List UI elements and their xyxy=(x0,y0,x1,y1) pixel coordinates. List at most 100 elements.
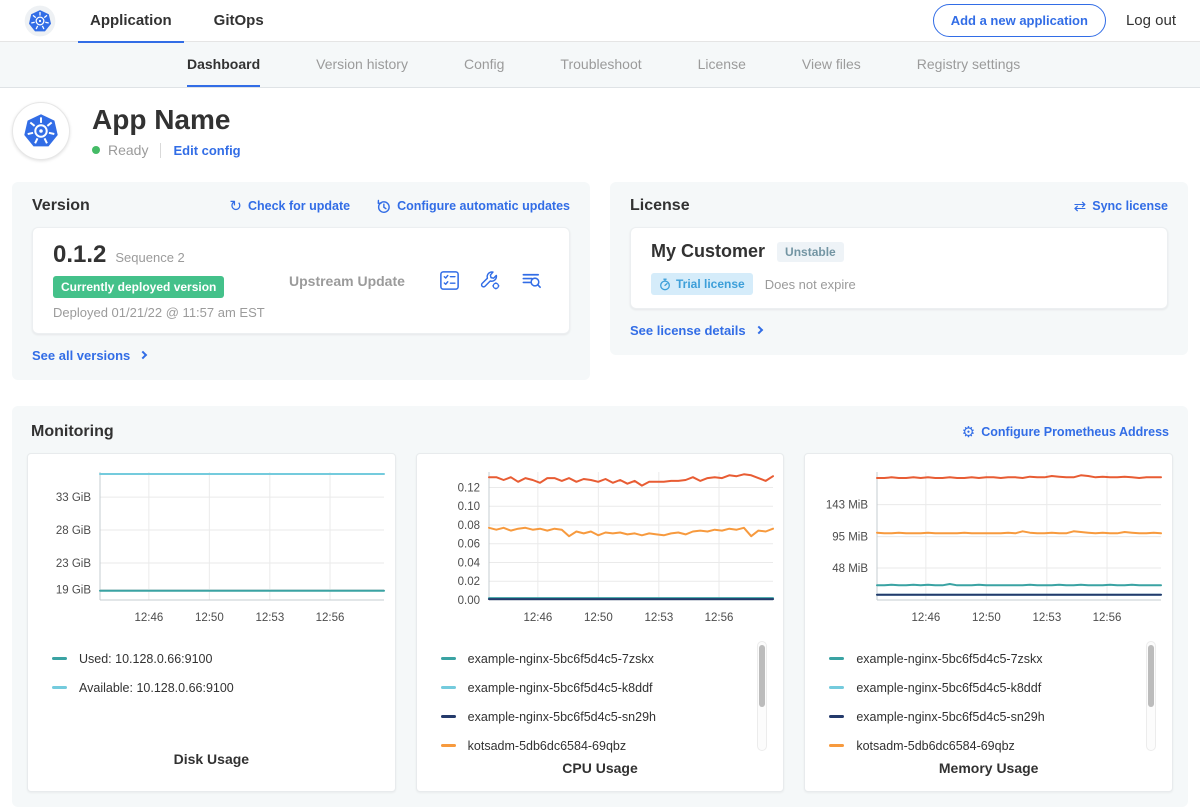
license-panel: My Customer Unstable Trial license Does … xyxy=(630,227,1168,309)
dashboard-cards-row: Version ↻ Check for update Configure aut… xyxy=(12,182,1188,380)
gear-icon: ⚙ xyxy=(962,425,975,440)
channel-badge: Unstable xyxy=(777,242,844,262)
legend-label: kotsadm-5db6dc6584-69qbz xyxy=(468,739,626,753)
ready-status-dot xyxy=(92,146,100,154)
disk-usage-plot: 12:4612:5012:5312:5619 GiB23 GiB28 GiB33… xyxy=(28,454,395,637)
svg-text:33 GiB: 33 GiB xyxy=(56,492,91,504)
configure-automatic-updates-button[interactable]: Configure automatic updates xyxy=(376,199,570,214)
series-color-swatch xyxy=(829,657,844,660)
monitoring-panel: Monitoring ⚙ Configure Prometheus Addres… xyxy=(12,406,1188,807)
license-expiry-text: Does not expire xyxy=(765,277,856,292)
memory-usage-plot: 12:4612:5012:5312:5648 MiB95 MiB143 MiB xyxy=(805,454,1172,637)
svg-text:48 MiB: 48 MiB xyxy=(833,563,869,575)
subnav-item-version-history[interactable]: Version history xyxy=(316,42,408,87)
see-license-details-link[interactable]: See license details xyxy=(630,323,762,338)
svg-text:12:56: 12:56 xyxy=(316,612,345,624)
legend-label: example-nginx-5bc6f5d4c5-sn29h xyxy=(856,710,1044,724)
subnav-item-config[interactable]: Config xyxy=(464,42,504,87)
kubernetes-logo-icon[interactable] xyxy=(24,5,56,37)
svg-text:0.02: 0.02 xyxy=(457,576,479,588)
legend-label: example-nginx-5bc6f5d4c5-k8ddf xyxy=(856,681,1041,695)
license-card: License ⇄ Sync license My Customer Unsta… xyxy=(610,182,1188,355)
version-sequence: Sequence 2 xyxy=(115,250,184,265)
disk-usage-chart-card: 12:4612:5012:5312:5619 GiB23 GiB28 GiB33… xyxy=(27,453,396,792)
memory-usage-chart-card: 12:4612:5012:5312:5648 MiB95 MiB143 MiB … xyxy=(804,453,1173,792)
page-title: App Name xyxy=(92,104,241,136)
top-nav: Application GitOps Add a new application… xyxy=(0,0,1200,42)
subnav-item-view-files[interactable]: View files xyxy=(802,42,861,87)
cpu-usage-plot: 12:4612:5012:5312:560.000.020.040.060.08… xyxy=(417,454,784,637)
subnav-item-dashboard[interactable]: Dashboard xyxy=(187,42,260,87)
disk-usage-legend: Used: 10.128.0.66:9100 Available: 10.128.… xyxy=(28,637,395,751)
configure-prometheus-button[interactable]: ⚙ Configure Prometheus Address xyxy=(962,425,1169,440)
subnav-item-license[interactable]: License xyxy=(698,42,746,87)
kubernetes-app-icon xyxy=(19,109,63,153)
series-color-swatch xyxy=(441,715,456,718)
check-for-update-button[interactable]: ↻ Check for update xyxy=(229,199,350,214)
svg-text:12:46: 12:46 xyxy=(134,612,163,624)
license-card-title: License xyxy=(630,197,690,215)
subnav-item-registry-settings[interactable]: Registry settings xyxy=(917,42,1020,87)
legend-item: example-nginx-5bc6f5d4c5-sn29h xyxy=(441,702,784,731)
see-all-versions-link[interactable]: See all versions xyxy=(32,348,146,363)
trial-license-badge: Trial license xyxy=(651,273,753,295)
chart-title: Disk Usage xyxy=(28,751,395,791)
edit-config-icon[interactable] xyxy=(479,269,502,292)
svg-text:23 GiB: 23 GiB xyxy=(56,558,91,570)
version-source-label: Upstream Update xyxy=(289,273,405,289)
view-diff-icon[interactable] xyxy=(520,269,543,292)
refresh-icon: ↻ xyxy=(229,199,242,214)
svg-text:12:53: 12:53 xyxy=(1033,612,1062,624)
svg-text:19 GiB: 19 GiB xyxy=(56,584,91,596)
svg-text:0.04: 0.04 xyxy=(457,557,480,569)
tab-gitops[interactable]: GitOps xyxy=(202,0,276,42)
logout-button[interactable]: Log out xyxy=(1126,12,1186,29)
legend-label: example-nginx-5bc6f5d4c5-sn29h xyxy=(468,710,656,724)
customer-name: My Customer xyxy=(651,241,765,262)
legend-scrollbar[interactable] xyxy=(1146,641,1156,751)
svg-text:28 GiB: 28 GiB xyxy=(56,525,91,537)
legend-item: Available: 10.128.0.66:9100 xyxy=(52,673,395,702)
sync-license-button[interactable]: ⇄ Sync license xyxy=(1074,199,1168,214)
series-color-swatch xyxy=(441,686,456,689)
svg-text:12:46: 12:46 xyxy=(912,612,941,624)
add-application-button[interactable]: Add a new application xyxy=(933,4,1106,37)
svg-text:12:56: 12:56 xyxy=(704,612,733,624)
legend-scrollbar[interactable] xyxy=(757,641,767,751)
legend-item: Used: 10.128.0.66:9100 xyxy=(52,644,395,673)
deployed-timestamp: Deployed 01/21/22 @ 11:57 am EST xyxy=(53,305,271,320)
divider xyxy=(160,143,161,158)
legend-label: kotsadm-5db6dc6584-69qbz xyxy=(856,739,1014,753)
version-card: Version ↻ Check for update Configure aut… xyxy=(12,182,590,380)
deployed-version-badge: Currently deployed version xyxy=(53,276,224,298)
scrollbar-thumb[interactable] xyxy=(1148,645,1154,707)
subnav-item-troubleshoot[interactable]: Troubleshoot xyxy=(560,42,641,87)
app-avatar xyxy=(12,102,70,160)
svg-text:12:56: 12:56 xyxy=(1093,612,1122,624)
series-color-swatch xyxy=(52,657,67,660)
tab-application[interactable]: Application xyxy=(78,0,184,42)
svg-text:0.00: 0.00 xyxy=(457,595,479,607)
svg-text:12:53: 12:53 xyxy=(644,612,673,624)
legend-item: example-nginx-5bc6f5d4c5-sn29h xyxy=(829,702,1172,731)
monitoring-title: Monitoring xyxy=(31,423,114,441)
legend-label: Used: 10.128.0.66:9100 xyxy=(79,652,212,666)
scrollbar-thumb[interactable] xyxy=(759,645,765,707)
app-status-text: Ready xyxy=(108,142,148,158)
topnav-tabs: Application GitOps xyxy=(78,0,294,42)
release-notes-icon[interactable] xyxy=(438,269,461,292)
legend-item: kotsadm-5db6dc6584-69qbz xyxy=(441,731,784,760)
svg-text:0.12: 0.12 xyxy=(457,482,479,494)
sync-arrows-icon: ⇄ xyxy=(1074,199,1087,214)
app-sub-nav: Dashboard Version history Config Trouble… xyxy=(0,42,1200,88)
svg-text:0.06: 0.06 xyxy=(457,539,479,551)
edit-config-link[interactable]: Edit config xyxy=(173,143,240,158)
series-color-swatch xyxy=(829,715,844,718)
legend-item: example-nginx-5bc6f5d4c5-k8ddf xyxy=(829,673,1172,702)
legend-label: example-nginx-5bc6f5d4c5-7zskx xyxy=(856,652,1042,666)
svg-text:0.10: 0.10 xyxy=(457,501,479,513)
memory-usage-legend: example-nginx-5bc6f5d4c5-7zskx example-ng… xyxy=(805,637,1172,760)
legend-label: example-nginx-5bc6f5d4c5-7zskx xyxy=(468,652,654,666)
series-color-swatch xyxy=(441,657,456,660)
legend-item: example-nginx-5bc6f5d4c5-7zskx xyxy=(441,644,784,673)
